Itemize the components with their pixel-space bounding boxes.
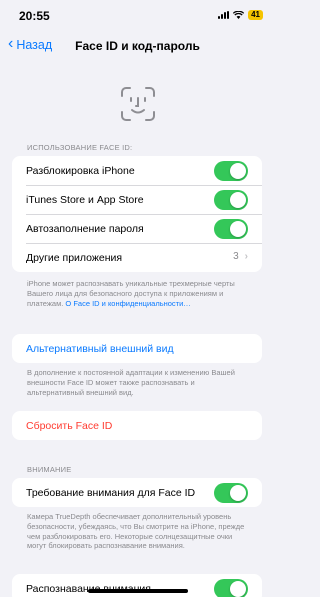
status-time: 20:55: [19, 9, 50, 23]
reset-group: Сбросить Face ID: [12, 411, 262, 440]
toggle-require-attention[interactable]: [214, 483, 248, 503]
usage-footnote: iPhone может распознавать уникальные тре…: [27, 279, 253, 308]
set-up-alt-appearance-button[interactable]: Альтернативный внешний вид: [12, 334, 262, 363]
row-unlock-iphone: Разблокировка iPhone: [12, 156, 262, 185]
attention-group: Требование внимания для Face ID: [12, 478, 262, 507]
section-header-usage: ИСПОЛЬЗОВАНИЕ FACE ID:: [27, 143, 133, 152]
toggle-unlock-iphone[interactable]: [214, 161, 248, 181]
page-title: Face ID и код-пароль: [75, 39, 200, 53]
section-header-attention: ВНИМАНИЕ: [27, 465, 72, 474]
status-bar: 20:55 41: [0, 0, 275, 34]
row-label: Требование внимания для Face ID: [26, 486, 196, 499]
attention-aware-group: Распознавание внимания: [12, 574, 262, 597]
chevron-right-icon: ›: [244, 251, 248, 262]
battery-indicator: 41: [248, 10, 263, 20]
alt-appearance-footnote: В дополнение к постоянной адаптации к из…: [27, 368, 235, 397]
alt-appearance-group: Альтернативный внешний вид: [12, 334, 262, 363]
toggle-attention-aware[interactable]: [214, 579, 248, 597]
other-apps-value: 3 ›: [233, 251, 248, 262]
attention-footnote: Камера TrueDepth обеспечивает дополнител…: [27, 512, 245, 551]
row-password-autofill: Автозаполнение пароля: [12, 214, 262, 243]
row-label: iTunes Store и App Store: [26, 193, 144, 206]
row-require-attention: Требование внимания для Face ID: [12, 478, 262, 507]
reset-face-id-button[interactable]: Сбросить Face ID: [12, 411, 262, 440]
toggle-itunes-app-store[interactable]: [214, 190, 248, 210]
status-icons: 41: [218, 10, 263, 20]
row-attention-aware: Распознавание внимания: [12, 574, 262, 597]
toggle-password-autofill[interactable]: [214, 219, 248, 239]
usage-settings-group: Разблокировка iPhone iTunes Store и App …: [12, 156, 262, 272]
face-id-privacy-link[interactable]: О Face ID и конфиденциальности…: [65, 299, 190, 308]
cellular-signal-icon: [218, 11, 230, 19]
navigation-bar: ‹ Назад Face ID и код-пароль: [0, 34, 275, 60]
alt-appearance-label: Альтернативный внешний вид: [26, 342, 174, 355]
row-label: Автозаполнение пароля: [26, 222, 144, 235]
reset-label: Сбросить Face ID: [26, 419, 113, 432]
row-itunes-app-store: iTunes Store и App Store: [12, 185, 262, 214]
row-other-apps[interactable]: Другие приложения 3 ›: [12, 243, 262, 272]
row-label: Другие приложения: [26, 251, 123, 264]
home-indicator: [88, 589, 188, 593]
row-label: Разблокировка iPhone: [26, 164, 135, 177]
wifi-icon: [233, 11, 245, 19]
other-apps-count: 3: [233, 251, 239, 262]
face-id-icon: [120, 86, 156, 127]
